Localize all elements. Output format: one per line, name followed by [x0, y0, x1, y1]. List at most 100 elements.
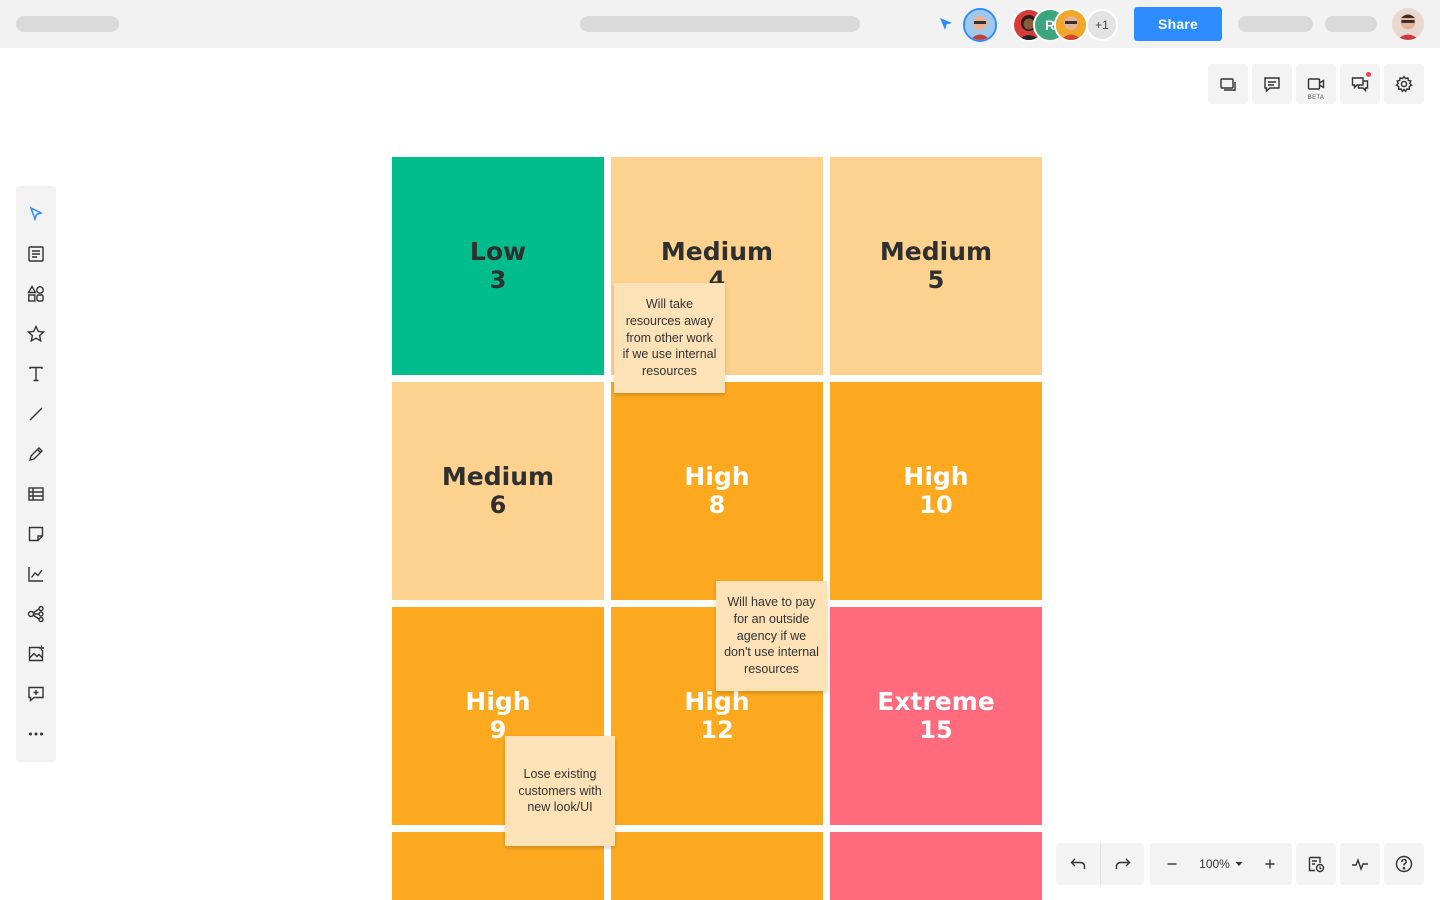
risk-cell-high-8[interactable]: High 8 [611, 382, 823, 600]
frames-icon [1220, 78, 1236, 91]
zoom-out-button[interactable] [1150, 843, 1194, 885]
image-icon [28, 645, 44, 662]
risk-level-label: Medium [660, 237, 774, 266]
activity-control[interactable] [1340, 843, 1380, 885]
image-upload-tool[interactable] [16, 634, 56, 674]
risk-level-label: Medium [879, 237, 993, 266]
table-tool[interactable] [16, 474, 56, 514]
help-control[interactable] [1384, 843, 1424, 885]
risk-score: 9 [489, 716, 507, 744]
select-tool[interactable] [16, 194, 56, 234]
board-format-icon [1308, 856, 1325, 873]
risk-score: 15 [919, 716, 953, 744]
star-tool[interactable] [16, 314, 56, 354]
risk-cell-medium-5[interactable]: Medium 5 [830, 157, 1042, 375]
zoom-controls: 100% [1150, 843, 1292, 885]
more-tools-button[interactable] [16, 714, 56, 754]
share-button[interactable]: Share [1134, 7, 1222, 41]
extra-collaborators-badge[interactable]: +1 [1086, 9, 1118, 41]
chart-tool[interactable] [16, 554, 56, 594]
top-bar: R +1 Share [0, 0, 1440, 48]
pulse-icon [1352, 857, 1368, 872]
risk-score: 10 [919, 491, 953, 519]
risk-cell-extreme-15[interactable]: Extreme 15 [830, 607, 1042, 825]
risk-score: 6 [489, 491, 507, 519]
pen-tool[interactable] [16, 434, 56, 474]
shapes-icon [27, 285, 44, 302]
minus-icon [1167, 863, 1177, 865]
video-call-button[interactable]: BETA [1296, 64, 1336, 104]
plus-icon [1265, 859, 1275, 869]
zoom-level-dropdown[interactable]: 100% [1194, 857, 1248, 871]
chat-button[interactable] [1340, 64, 1380, 104]
left-toolbar [16, 186, 56, 762]
comment-icon [1264, 77, 1280, 93]
risk-level-label: High [903, 462, 969, 491]
more-icon [29, 732, 43, 736]
gear-icon [1395, 75, 1413, 93]
table-icon [28, 487, 44, 501]
sticky-note-tool[interactable] [16, 514, 56, 554]
sticky-note[interactable]: Will take resources away from other work… [614, 283, 725, 393]
risk-cell-low-3[interactable]: Low 3 [392, 157, 604, 375]
mind-map-tool[interactable] [16, 594, 56, 634]
help-button[interactable] [1384, 843, 1424, 885]
risk-level-label: High [684, 462, 750, 491]
risk-score: 5 [927, 266, 945, 294]
undo-button[interactable] [1056, 843, 1100, 885]
pointer-icon [29, 206, 43, 222]
risk-score: 3 [489, 266, 507, 294]
board-menu-placeholder[interactable] [16, 16, 119, 32]
comment-add-tool[interactable] [16, 674, 56, 714]
activity-button[interactable] [1340, 843, 1380, 885]
sticky-note[interactable]: Will have to pay for an outside agency i… [716, 581, 827, 691]
help-icon [1395, 855, 1413, 873]
star-icon [26, 324, 46, 343]
redo-icon [1115, 858, 1130, 869]
risk-level-label: Medium [441, 462, 555, 491]
text-tool[interactable] [16, 354, 56, 394]
undo-icon [1070, 858, 1086, 869]
risk-level-label: Low [469, 237, 527, 266]
beta-label: BETA [1307, 95, 1325, 101]
text-icon [29, 366, 43, 382]
account-avatar[interactable] [1392, 8, 1424, 40]
avatar-current-cursor-user[interactable] [963, 8, 997, 42]
chart-icon [28, 567, 43, 582]
risk-cell-medium-6[interactable]: Medium 6 [392, 382, 604, 600]
risk-level-label: High [465, 687, 531, 716]
zoom-in-button[interactable] [1248, 843, 1292, 885]
shapes-tool[interactable] [16, 274, 56, 314]
comments-button[interactable] [1252, 64, 1292, 104]
redo-button[interactable] [1100, 843, 1144, 885]
comment-add-icon [28, 686, 44, 703]
risk-cell-high-10[interactable]: High 10 [830, 382, 1042, 600]
risk-level-label: High [684, 687, 750, 716]
right-toolbar: BETA [1208, 64, 1424, 104]
video-camera-icon [1307, 78, 1325, 90]
sticky-note[interactable]: Lose existing customers with new look/UI [505, 736, 615, 846]
menu-placeholder-2[interactable] [1325, 16, 1377, 32]
mind-map-icon [27, 605, 44, 623]
pencil-icon [29, 447, 43, 461]
line-icon [29, 407, 43, 421]
risk-cell-partial[interactable] [830, 832, 1042, 900]
menu-placeholder-1[interactable] [1238, 16, 1313, 32]
board-title-placeholder[interactable] [580, 16, 860, 32]
templates-tool[interactable] [16, 234, 56, 274]
risk-score: 12 [700, 716, 734, 744]
avatar-collaborator-2[interactable] [1054, 8, 1088, 42]
risk-score: 8 [708, 491, 726, 519]
frames-button[interactable] [1208, 64, 1248, 104]
caret-down-icon [1235, 862, 1243, 866]
settings-button[interactable] [1384, 64, 1424, 104]
history-controls [1056, 843, 1144, 885]
board-format-control[interactable] [1296, 843, 1336, 885]
board-format-button[interactable] [1296, 843, 1336, 885]
risk-level-label: Extreme [877, 687, 995, 716]
risk-cell-partial[interactable] [611, 832, 823, 900]
line-tool[interactable] [16, 394, 56, 434]
cursor-arrow-icon [938, 16, 954, 37]
zoom-level-value: 100% [1199, 857, 1230, 871]
chat-icon [1351, 77, 1369, 93]
